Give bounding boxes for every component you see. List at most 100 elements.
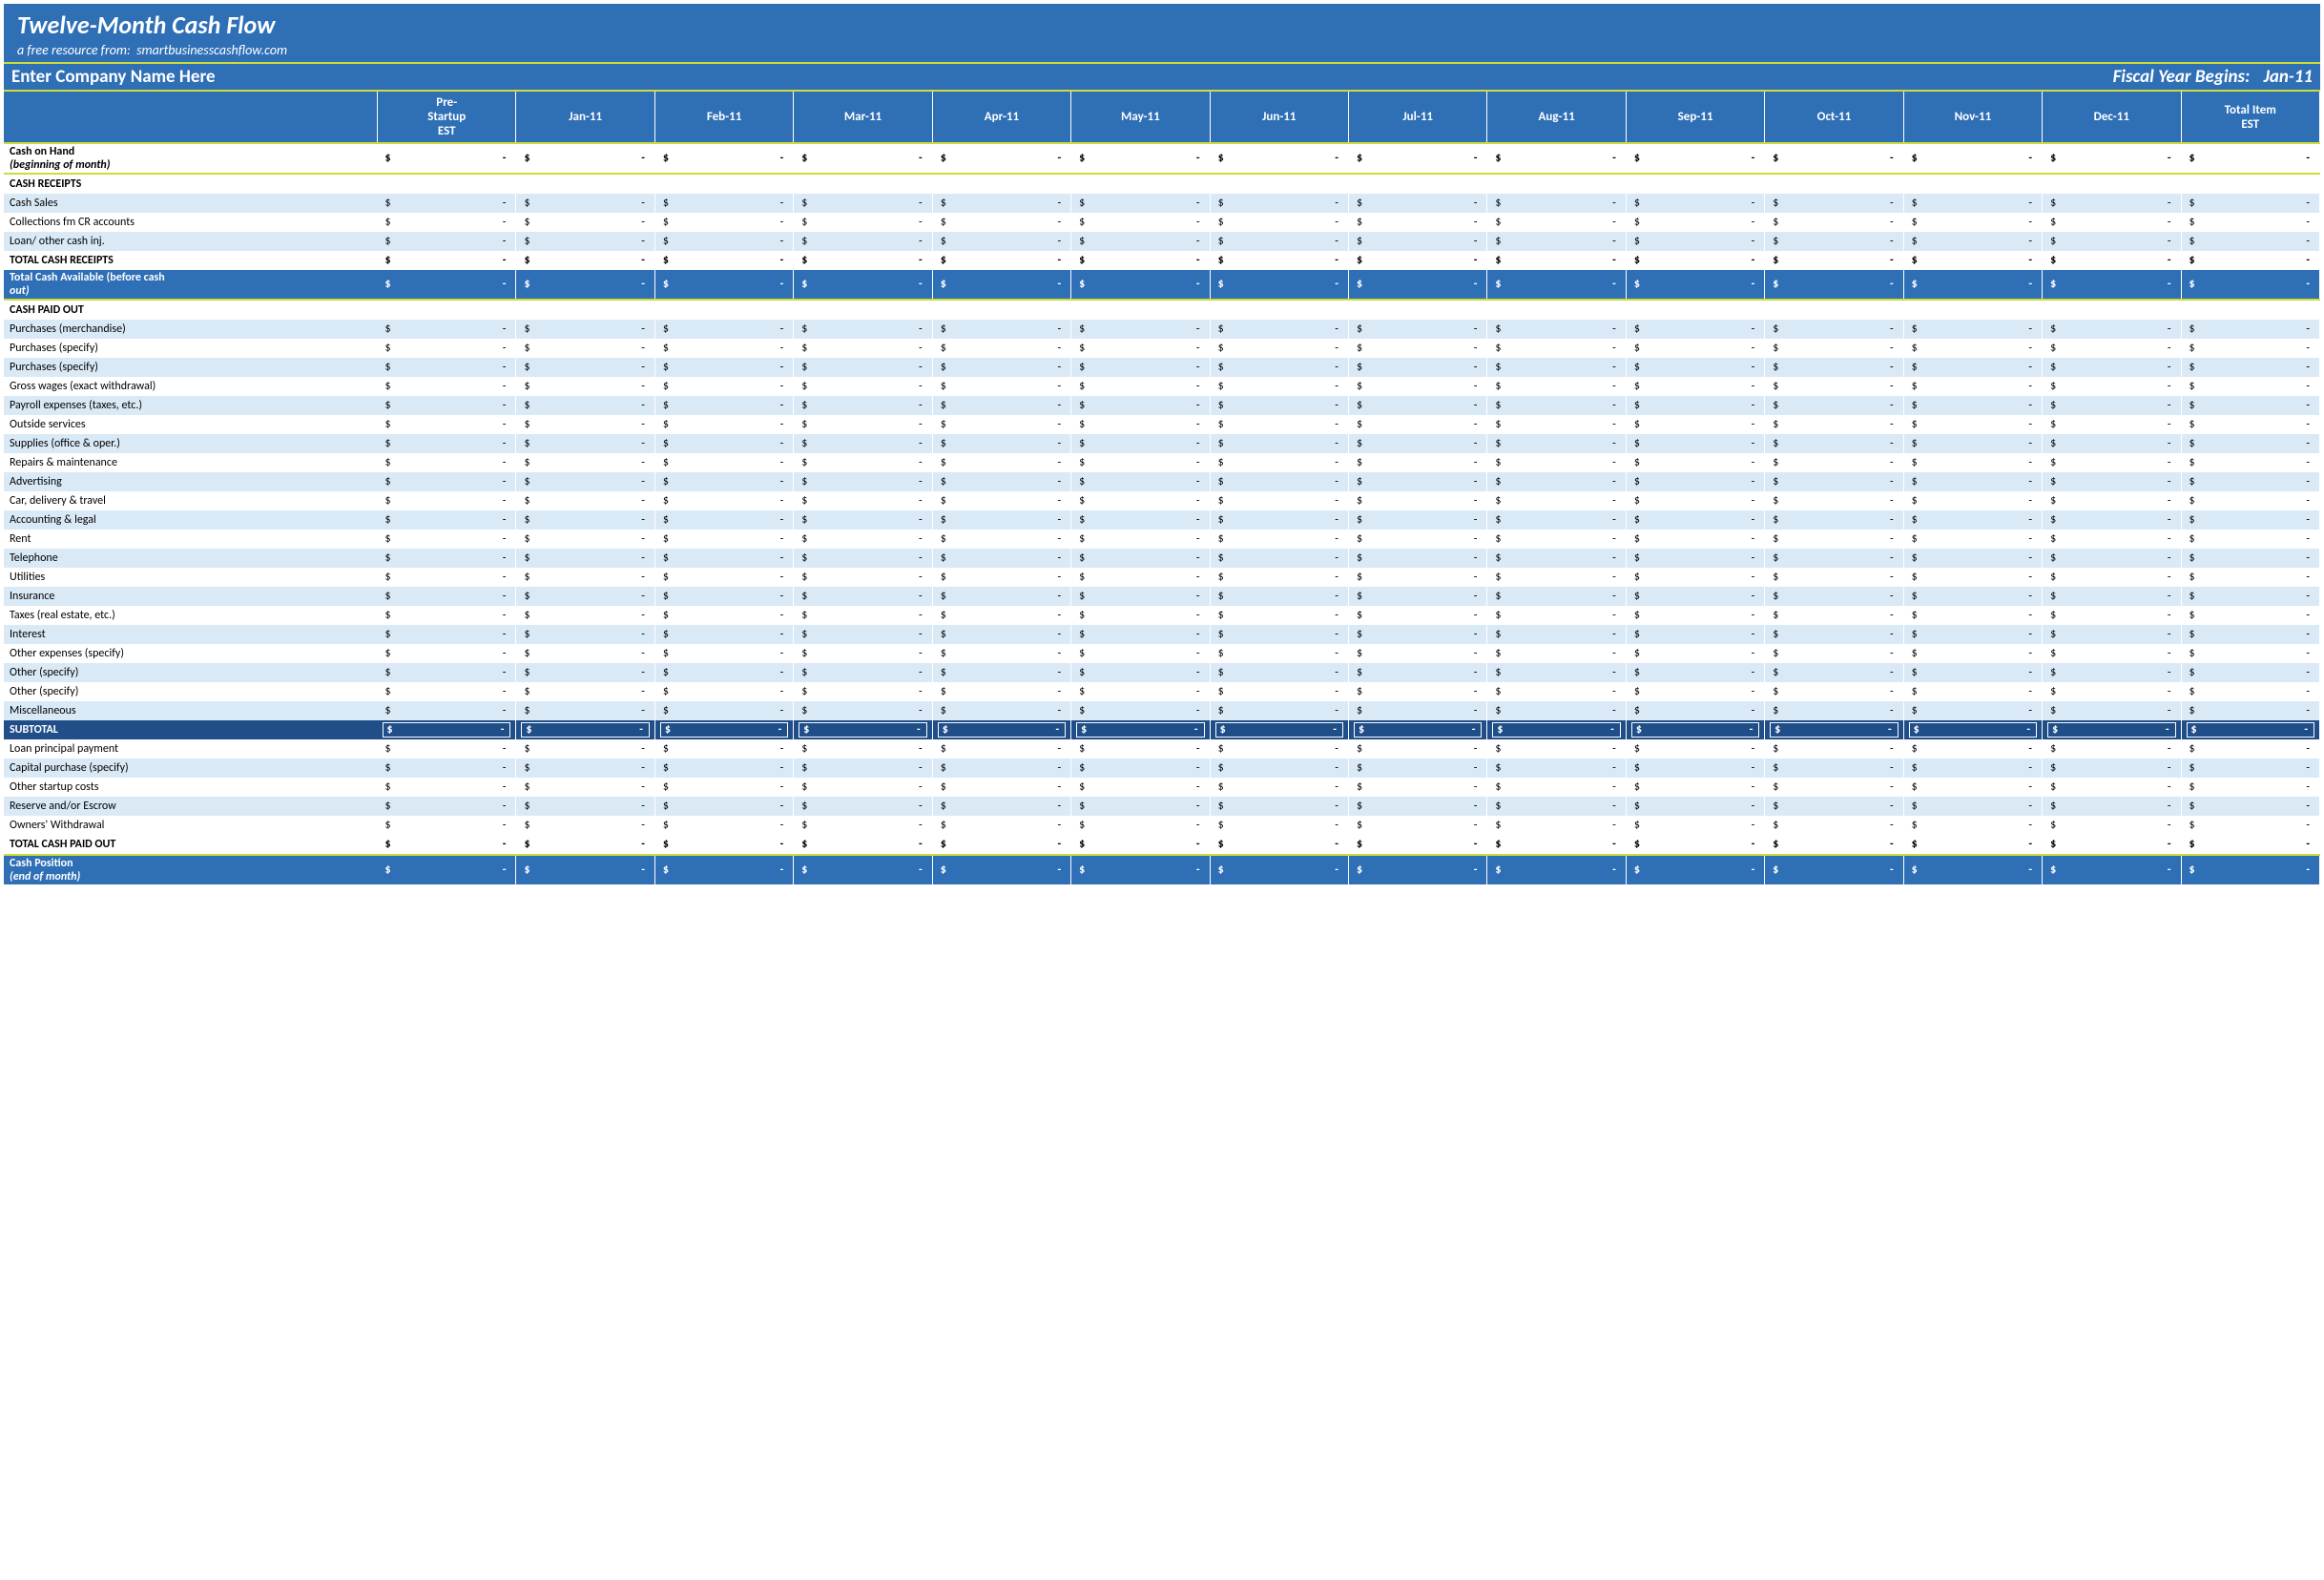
cell[interactable]: $- (654, 377, 793, 396)
cell[interactable]: $- (794, 143, 932, 174)
cell[interactable] (516, 300, 654, 320)
cell[interactable]: $- (516, 855, 654, 884)
cell[interactable]: $- (1903, 530, 2042, 549)
cell[interactable]: $- (1626, 549, 1764, 568)
cell[interactable]: $- (1487, 251, 1626, 270)
cell[interactable]: $- (1765, 701, 1903, 720)
cell[interactable]: $- (1626, 415, 1764, 434)
cell[interactable] (2043, 300, 2181, 320)
cell[interactable] (932, 174, 1070, 194)
cell[interactable]: $- (932, 816, 1070, 835)
cell[interactable]: $- (1348, 587, 1486, 606)
cell[interactable]: $- (1348, 720, 1486, 739)
cell[interactable]: $- (1487, 720, 1626, 739)
cell[interactable]: $- (1210, 510, 1348, 530)
cell[interactable] (1210, 174, 1348, 194)
cell[interactable]: $- (516, 434, 654, 453)
cell[interactable]: $- (794, 644, 932, 663)
cell[interactable]: $- (2043, 759, 2181, 778)
cell[interactable]: $- (1071, 549, 1210, 568)
cell[interactable]: $- (1210, 194, 1348, 213)
cell[interactable]: $- (1765, 606, 1903, 625)
cell[interactable] (2043, 174, 2181, 194)
cell[interactable] (1348, 300, 1486, 320)
cell[interactable] (516, 174, 654, 194)
cell[interactable]: $- (1348, 625, 1486, 644)
cell[interactable]: $- (378, 797, 516, 816)
cell[interactable]: $- (1626, 320, 1764, 339)
cell[interactable]: $- (2181, 472, 2319, 491)
cell[interactable]: $- (1071, 530, 1210, 549)
cell[interactable]: $- (1487, 530, 1626, 549)
cell[interactable]: $- (1210, 491, 1348, 510)
cell[interactable]: $- (1903, 339, 2042, 358)
cell[interactable]: $- (1210, 415, 1348, 434)
cell[interactable]: $- (794, 701, 932, 720)
cell[interactable]: $- (1348, 816, 1486, 835)
cell[interactable]: $- (654, 701, 793, 720)
cell[interactable]: $- (1348, 194, 1486, 213)
cell[interactable]: $- (654, 358, 793, 377)
cell[interactable]: $- (654, 835, 793, 855)
cell[interactable]: $- (1765, 491, 1903, 510)
cell[interactable]: $- (378, 194, 516, 213)
cell[interactable]: $- (2043, 194, 2181, 213)
cell[interactable]: $- (2181, 568, 2319, 587)
cell[interactable]: $- (1903, 797, 2042, 816)
cell[interactable]: $- (1071, 855, 1210, 884)
cell[interactable] (794, 174, 932, 194)
cell[interactable]: $- (654, 491, 793, 510)
cell[interactable]: $- (1903, 194, 2042, 213)
cell[interactable]: $- (932, 415, 1070, 434)
cell[interactable]: $- (2181, 232, 2319, 251)
cell[interactable]: $- (378, 701, 516, 720)
cell[interactable]: $- (1487, 491, 1626, 510)
cell[interactable]: $- (2043, 530, 2181, 549)
cell[interactable] (1765, 300, 1903, 320)
cell[interactable]: $- (1487, 835, 1626, 855)
cell[interactable]: $- (1071, 194, 1210, 213)
cell[interactable]: $- (932, 396, 1070, 415)
cell[interactable]: $- (1903, 213, 2042, 232)
cell[interactable]: $- (1071, 701, 1210, 720)
cell[interactable]: $- (1348, 320, 1486, 339)
cell[interactable]: $- (794, 434, 932, 453)
cell[interactable]: $- (794, 663, 932, 682)
cell[interactable] (2181, 300, 2319, 320)
cell[interactable]: $- (654, 472, 793, 491)
cell[interactable]: $- (516, 835, 654, 855)
cell[interactable]: $- (1765, 720, 1903, 739)
cell[interactable]: $- (1487, 549, 1626, 568)
fy-value[interactable]: Jan-11 (2264, 66, 2313, 88)
cell[interactable]: $- (654, 644, 793, 663)
cell[interactable]: $- (2043, 396, 2181, 415)
cell[interactable]: $- (654, 587, 793, 606)
cell[interactable]: $- (794, 530, 932, 549)
cell[interactable]: $- (932, 453, 1070, 472)
cell[interactable]: $- (654, 606, 793, 625)
cell[interactable]: $- (1348, 232, 1486, 251)
cell[interactable]: $- (378, 270, 516, 300)
cell[interactable]: $- (932, 358, 1070, 377)
cell[interactable]: $- (1903, 415, 2042, 434)
cell[interactable]: $- (378, 568, 516, 587)
cell[interactable]: $- (1210, 213, 1348, 232)
cell[interactable]: $- (1487, 682, 1626, 701)
cell[interactable]: $- (2181, 377, 2319, 396)
cell[interactable]: $- (516, 194, 654, 213)
cell[interactable]: $- (1348, 797, 1486, 816)
cell[interactable]: $- (378, 396, 516, 415)
cell[interactable]: $- (654, 270, 793, 300)
cell[interactable]: $- (2181, 835, 2319, 855)
cell[interactable]: $- (2043, 816, 2181, 835)
cell[interactable]: $- (1626, 568, 1764, 587)
cell[interactable]: $- (1071, 472, 1210, 491)
cell[interactable]: $- (1348, 453, 1486, 472)
cell[interactable]: $- (516, 663, 654, 682)
cell[interactable]: $- (1903, 778, 2042, 797)
cell[interactable]: $- (932, 855, 1070, 884)
cell[interactable]: $- (2181, 720, 2319, 739)
cell[interactable]: $- (1071, 339, 1210, 358)
cell[interactable]: $- (1487, 232, 1626, 251)
cell[interactable]: $- (1903, 587, 2042, 606)
